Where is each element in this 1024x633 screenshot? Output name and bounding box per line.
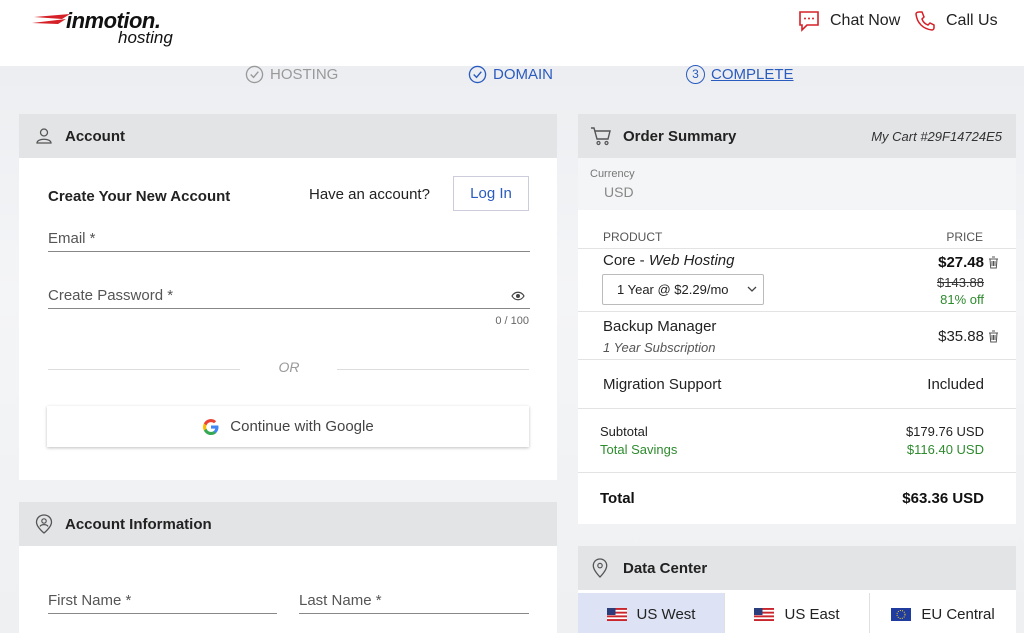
step-hosting-label: HOSTING (270, 65, 339, 83)
divider-right (337, 369, 529, 370)
chevron-down-icon (747, 286, 757, 292)
core-old-price: $143.88 (937, 275, 984, 290)
total-label: Total (600, 490, 635, 507)
chat-now-link[interactable]: Chat Now (798, 10, 900, 32)
order-summary-header: Order Summary My Cart #29F14724E5 (578, 114, 1016, 158)
currency-label: Currency (590, 168, 635, 180)
core-type: Web Hosting (648, 252, 735, 269)
call-us-label: Call Us (946, 12, 998, 29)
step-hosting[interactable]: HOSTING (245, 62, 338, 86)
step-complete[interactable]: 3 COMPLETE (686, 62, 794, 86)
order-summary-card: Order Summary My Cart #29F14724E5 Curren… (578, 114, 1016, 524)
inmotion-logo[interactable]: inmotion. hosting (30, 6, 190, 50)
currency-box[interactable]: Currency USD (578, 158, 1016, 210)
migration-support-price: Included (927, 376, 984, 393)
total-savings-label: Total Savings (600, 442, 678, 457)
step-complete-label: COMPLETE (711, 65, 794, 83)
have-account-text: Have an account? (309, 186, 430, 203)
last-name-label: Last Name * (299, 592, 382, 609)
core-sep: - (635, 252, 649, 269)
chat-icon (799, 11, 819, 32)
eye-icon[interactable] (511, 291, 525, 301)
account-card-title: Account (65, 127, 125, 145)
eu-flag-icon (891, 608, 912, 621)
row-divider (578, 408, 1016, 409)
phone-icon (915, 11, 935, 31)
core-product-name: Core - Web Hosting (603, 252, 734, 269)
account-information-title: Account Information (65, 515, 212, 533)
first-name-field[interactable] (48, 613, 277, 614)
total-value: $63.36 USD (902, 490, 984, 507)
backup-manager-name: Backup Manager (603, 318, 717, 335)
data-center-tab-eu-central[interactable]: EU Central (870, 593, 1016, 633)
google-icon (203, 418, 219, 435)
core-price: $27.48 (938, 254, 984, 271)
email-field-label: Email * (48, 230, 96, 247)
backup-manager-price: $35.88 (938, 328, 984, 345)
password-field-label: Create Password * (48, 287, 174, 304)
trash-icon[interactable] (988, 330, 999, 343)
tab-label: US West (636, 606, 696, 623)
subtotal-label: Subtotal (600, 424, 648, 439)
login-button[interactable]: Log In (453, 176, 529, 211)
us-flag-icon (606, 608, 627, 621)
data-center-tab-us-west[interactable]: US West (578, 593, 725, 633)
password-counter: 0 / 100 (495, 315, 529, 327)
call-us-link[interactable]: Call Us (914, 10, 998, 32)
product-column-header: PRODUCT (603, 230, 663, 244)
data-center-header: Data Center (578, 546, 1016, 590)
row-divider (578, 359, 1016, 360)
row-divider (578, 248, 1016, 249)
or-label: OR (278, 359, 300, 375)
core-discount: 81% off (940, 292, 984, 307)
cart-id: My Cart #29F14724E5 (871, 128, 1002, 144)
backup-manager-subscription: 1 Year Subscription (603, 340, 716, 355)
divider-left (48, 369, 240, 370)
core-name: Core (603, 252, 636, 269)
step-number-badge: 3 (686, 64, 705, 84)
order-summary-title: Order Summary (623, 127, 737, 145)
create-account-title: Create Your New Account (48, 188, 231, 205)
row-divider (578, 472, 1016, 473)
first-name-label: First Name * (48, 592, 132, 609)
user-icon (36, 128, 52, 144)
location-pin-icon (592, 558, 608, 578)
migration-support-name: Migration Support (603, 376, 722, 393)
account-information-card: Account Information First Name * Last Na… (19, 502, 557, 633)
google-button-label: Continue with Google (230, 418, 374, 435)
continue-with-google-button[interactable]: Continue with Google (47, 406, 529, 447)
top-header: inmotion. hosting Chat Now Call Us (0, 0, 1024, 66)
term-select-value: 1 Year @ $2.29/mo (617, 282, 729, 297)
subtotal-value: $179.76 USD (905, 424, 984, 439)
us-flag-icon (754, 608, 775, 621)
step-domain[interactable]: DOMAIN (468, 62, 553, 86)
check-circle-icon (468, 65, 487, 83)
logo-sub-text: hosting (118, 28, 173, 47)
data-center-tab-us-east[interactable]: US East (725, 593, 870, 633)
cart-icon (591, 127, 611, 146)
check-circle-icon (245, 65, 264, 83)
total-savings-value: $116.40 USD (906, 442, 984, 457)
currency-value: USD (604, 184, 634, 200)
chat-now-label: Chat Now (830, 12, 901, 29)
password-field[interactable] (48, 308, 530, 309)
trash-icon[interactable] (988, 256, 999, 269)
data-center-card: Data Center US West US East EU Central (578, 546, 1016, 633)
data-center-title: Data Center (623, 559, 708, 577)
account-information-header: Account Information (19, 502, 557, 546)
row-divider (578, 311, 1016, 312)
account-card: Account Create Your New Account Have an … (19, 114, 557, 480)
step-domain-label: DOMAIN (493, 65, 553, 83)
last-name-field[interactable] (299, 613, 529, 614)
term-select[interactable]: 1 Year @ $2.29/mo (602, 274, 764, 305)
price-column-header: PRICE (946, 230, 983, 244)
tab-label: EU Central (921, 606, 995, 623)
email-field[interactable] (48, 251, 530, 252)
user-pin-icon (35, 514, 53, 534)
tab-label: US East (784, 606, 840, 623)
account-card-header: Account (19, 114, 557, 158)
